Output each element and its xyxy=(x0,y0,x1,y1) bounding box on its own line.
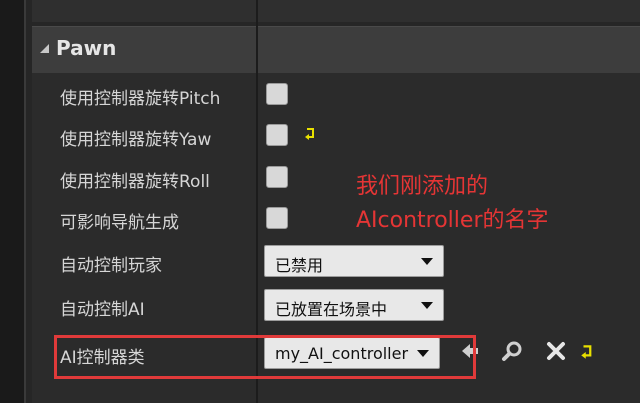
auto-possess-ai-dropdown[interactable]: 已放置在场景中 xyxy=(264,289,444,321)
property-row-auto-possess-ai: 自动控制AI 已放置在场景中 xyxy=(32,286,640,326)
use-controller-roll-checkbox[interactable] xyxy=(266,166,288,188)
property-row-auto-possess-player: 自动控制玩家 已禁用 xyxy=(32,242,640,282)
dropdown-value: 已放置在场景中 xyxy=(275,300,388,319)
annotation-text-line2: AIcontroller的名字 xyxy=(356,208,549,233)
left-gutter xyxy=(0,0,26,403)
use-controller-yaw-checkbox[interactable] xyxy=(266,124,288,146)
annotation-text-line1: 我们刚添加的 xyxy=(356,174,489,199)
property-row-pitch: 使用控制器旋转Pitch xyxy=(32,75,640,115)
reset-to-default-icon[interactable] xyxy=(580,343,596,361)
annotation-highlight-box xyxy=(54,335,476,379)
clear-x-icon[interactable] xyxy=(543,338,569,364)
property-row-yaw: 使用控制器旋转Yaw xyxy=(32,116,640,156)
collapse-triangle-icon[interactable] xyxy=(40,44,49,53)
use-controller-pitch-checkbox[interactable] xyxy=(266,83,288,105)
property-row-nav: 可影响导航生成 xyxy=(32,199,640,239)
property-row-roll: 使用控制器旋转Roll xyxy=(32,158,640,198)
section-header-pawn[interactable]: Pawn xyxy=(32,26,640,73)
top-strip xyxy=(32,0,640,22)
browse-search-icon[interactable] xyxy=(500,338,526,364)
property-label: 自动控制AI xyxy=(60,300,145,320)
auto-possess-player-dropdown[interactable]: 已禁用 xyxy=(264,245,444,277)
dropdown-arrow-icon xyxy=(421,258,433,265)
property-label: 使用控制器旋转Pitch xyxy=(60,89,221,109)
property-label: 可影响导航生成 xyxy=(60,213,179,233)
dropdown-value: 已禁用 xyxy=(275,256,324,275)
section-title: Pawn xyxy=(56,36,117,60)
property-label: 使用控制器旋转Yaw xyxy=(60,130,212,150)
property-label: 自动控制玩家 xyxy=(60,256,162,276)
dropdown-arrow-icon xyxy=(421,302,433,309)
reset-to-default-icon[interactable] xyxy=(304,126,318,142)
affect-navigation-checkbox[interactable] xyxy=(266,207,288,229)
details-panel: Pawn 使用控制器旋转Pitch 使用控制器旋转Yaw 使用控制器旋转Roll… xyxy=(0,0,640,403)
gutter-divider xyxy=(24,0,26,403)
property-label: 使用控制器旋转Roll xyxy=(60,172,210,192)
